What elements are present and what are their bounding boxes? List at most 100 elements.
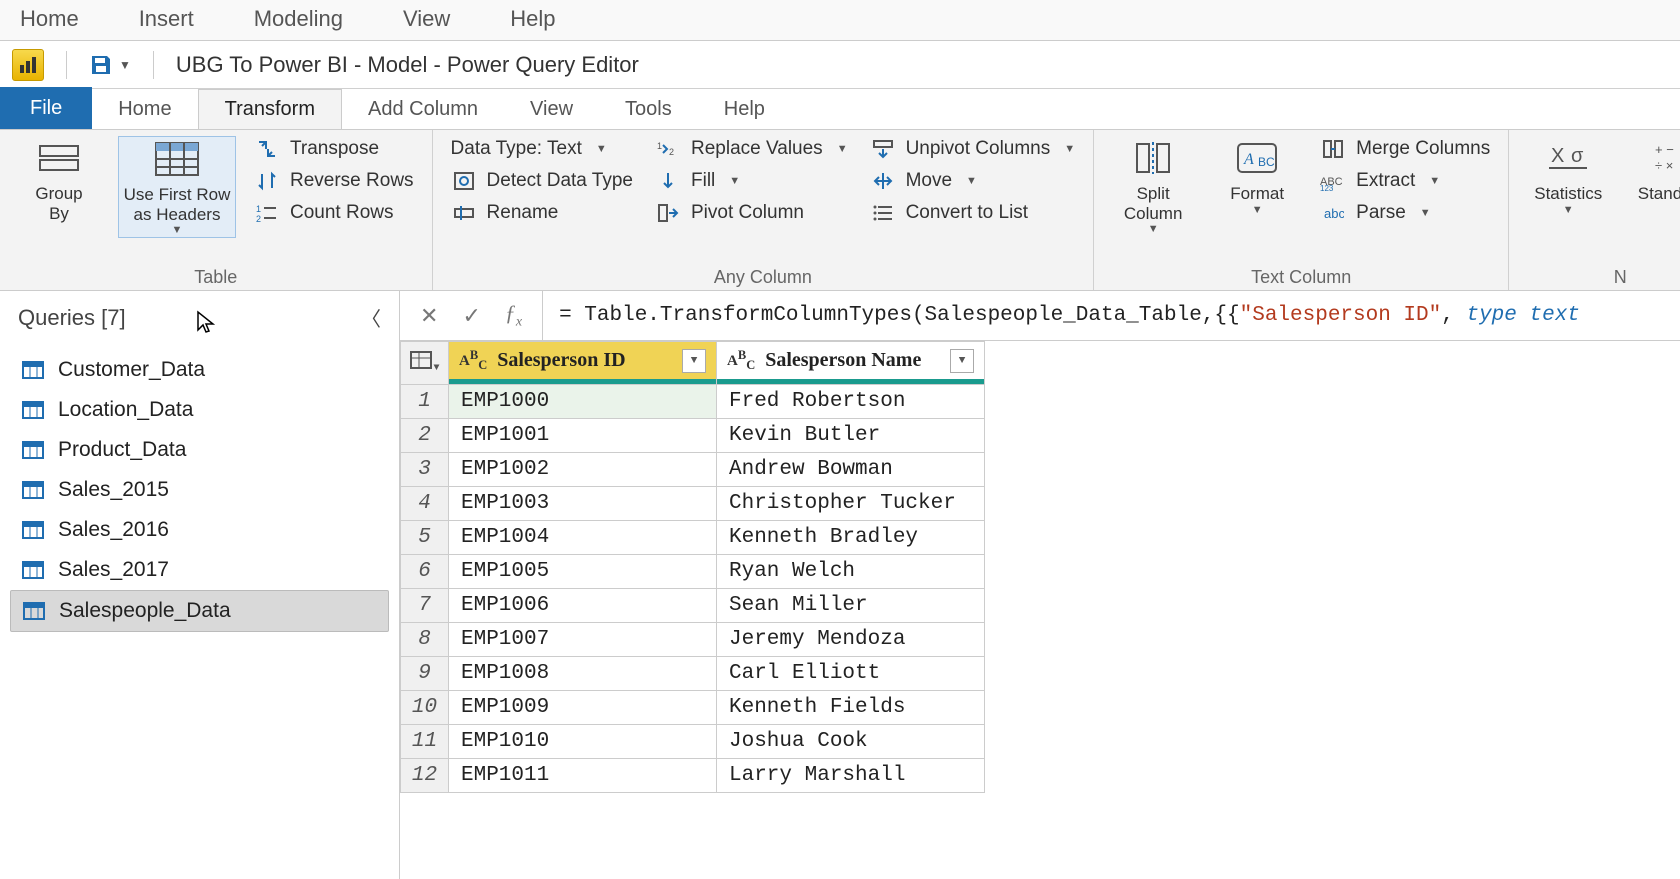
- table-row[interactable]: 11EMP1010Joshua Cook: [401, 725, 985, 759]
- extract-button[interactable]: ABC123 Extract▼: [1316, 168, 1494, 194]
- move-button[interactable]: Move▼: [866, 168, 1080, 194]
- row-number[interactable]: 11: [401, 725, 449, 759]
- cell[interactable]: Christopher Tucker: [717, 487, 985, 521]
- detect-data-type-button[interactable]: Detect Data Type: [447, 168, 637, 194]
- formula-commit-icon[interactable]: ✓: [462, 303, 480, 329]
- pivot-column-button[interactable]: Pivot Column: [651, 200, 852, 226]
- query-item[interactable]: Sales_2016: [10, 510, 389, 550]
- tab-tools[interactable]: Tools: [599, 89, 698, 129]
- cell[interactable]: EMP1001: [449, 419, 717, 453]
- column-filter-button[interactable]: ▼: [682, 349, 706, 373]
- column-header-salesperson-name[interactable]: ABC Salesperson Name ▼: [717, 342, 985, 385]
- query-item[interactable]: Location_Data: [10, 390, 389, 430]
- cell[interactable]: EMP1003: [449, 487, 717, 521]
- cell[interactable]: Sean Miller: [717, 589, 985, 623]
- cell[interactable]: EMP1008: [449, 657, 717, 691]
- host-menu-insert[interactable]: Insert: [139, 6, 194, 32]
- merge-columns-button[interactable]: Merge Columns: [1316, 136, 1494, 162]
- table-row[interactable]: 1EMP1000Fred Robertson: [401, 385, 985, 419]
- formula-fx-icon[interactable]: ƒx: [505, 300, 522, 330]
- column-filter-button[interactable]: ▼: [950, 349, 974, 373]
- tab-view[interactable]: View: [504, 89, 599, 129]
- table-row[interactable]: 8EMP1007Jeremy Mendoza: [401, 623, 985, 657]
- tab-add-column[interactable]: Add Column: [342, 89, 504, 129]
- save-dropdown-icon[interactable]: ▼: [119, 58, 131, 72]
- table-corner-button[interactable]: ▼: [401, 342, 449, 385]
- cell[interactable]: Larry Marshall: [717, 759, 985, 793]
- row-number[interactable]: 12: [401, 759, 449, 793]
- count-rows-button[interactable]: 12 Count Rows: [250, 200, 418, 226]
- tab-transform[interactable]: Transform: [198, 89, 342, 129]
- rename-button[interactable]: Rename: [447, 200, 637, 226]
- table-row[interactable]: 9EMP1008Carl Elliott: [401, 657, 985, 691]
- table-row[interactable]: 3EMP1002Andrew Bowman: [401, 453, 985, 487]
- cell[interactable]: EMP1009: [449, 691, 717, 725]
- tab-home[interactable]: Home: [92, 89, 197, 129]
- cell[interactable]: Kenneth Bradley: [717, 521, 985, 555]
- table-row[interactable]: 12EMP1011Larry Marshall: [401, 759, 985, 793]
- split-column-button[interactable]: Split Column ▼: [1108, 136, 1198, 236]
- row-number[interactable]: 2: [401, 419, 449, 453]
- statistics-button[interactable]: Χσ Statistics ▼: [1523, 136, 1613, 216]
- reverse-rows-button[interactable]: Reverse Rows: [250, 168, 418, 194]
- cell[interactable]: Fred Robertson: [717, 385, 985, 419]
- formula-cancel-icon[interactable]: ✕: [420, 303, 438, 329]
- cell[interactable]: EMP1010: [449, 725, 717, 759]
- cell[interactable]: EMP1004: [449, 521, 717, 555]
- table-row[interactable]: 6EMP1005Ryan Welch: [401, 555, 985, 589]
- cell[interactable]: Carl Elliott: [717, 657, 985, 691]
- host-menu-view[interactable]: View: [403, 6, 450, 32]
- row-number[interactable]: 10: [401, 691, 449, 725]
- unpivot-columns-button[interactable]: Unpivot Columns▼: [866, 136, 1080, 162]
- table-row[interactable]: 10EMP1009Kenneth Fields: [401, 691, 985, 725]
- query-item[interactable]: Sales_2015: [10, 470, 389, 510]
- data-type-button[interactable]: Data Type: Text▼: [447, 136, 637, 162]
- cell[interactable]: EMP1000: [449, 385, 717, 419]
- query-item[interactable]: Sales_2017: [10, 550, 389, 590]
- data-grid-wrap[interactable]: ▼ ABC Salesperson ID ▼ A: [400, 341, 1680, 879]
- replace-values-button[interactable]: 12 Replace Values▼: [651, 136, 852, 162]
- row-number[interactable]: 1: [401, 385, 449, 419]
- table-row[interactable]: 7EMP1006Sean Miller: [401, 589, 985, 623]
- cell[interactable]: Jeremy Mendoza: [717, 623, 985, 657]
- row-number[interactable]: 8: [401, 623, 449, 657]
- cell[interactable]: Kenneth Fields: [717, 691, 985, 725]
- table-row[interactable]: 4EMP1003Christopher Tucker: [401, 487, 985, 521]
- cell[interactable]: EMP1005: [449, 555, 717, 589]
- row-number[interactable]: 3: [401, 453, 449, 487]
- query-item[interactable]: Customer_Data: [10, 350, 389, 390]
- tab-file[interactable]: File: [0, 87, 92, 129]
- column-header-salesperson-id[interactable]: ABC Salesperson ID ▼: [449, 342, 717, 385]
- cell[interactable]: EMP1006: [449, 589, 717, 623]
- save-icon[interactable]: [89, 53, 113, 77]
- convert-to-list-button[interactable]: Convert to List: [866, 200, 1080, 226]
- row-number[interactable]: 7: [401, 589, 449, 623]
- format-button[interactable]: ABC Format ▼: [1212, 136, 1302, 216]
- cell[interactable]: Ryan Welch: [717, 555, 985, 589]
- query-item[interactable]: Product_Data: [10, 430, 389, 470]
- row-number[interactable]: 4: [401, 487, 449, 521]
- fill-button[interactable]: Fill▼: [651, 168, 852, 194]
- row-number[interactable]: 6: [401, 555, 449, 589]
- cell[interactable]: EMP1002: [449, 453, 717, 487]
- parse-button[interactable]: abc Parse▼: [1316, 200, 1494, 226]
- group-by-button[interactable]: Group By: [14, 136, 104, 223]
- row-number[interactable]: 9: [401, 657, 449, 691]
- cell[interactable]: EMP1011: [449, 759, 717, 793]
- transpose-button[interactable]: Transpose: [250, 136, 418, 162]
- tab-help[interactable]: Help: [698, 89, 791, 129]
- use-first-row-as-headers-button[interactable]: Use First Row as Headers ▼: [118, 136, 236, 238]
- host-menu-help[interactable]: Help: [510, 6, 555, 32]
- cell[interactable]: Andrew Bowman: [717, 453, 985, 487]
- cell[interactable]: Kevin Butler: [717, 419, 985, 453]
- cell[interactable]: EMP1007: [449, 623, 717, 657]
- table-row[interactable]: 2EMP1001Kevin Butler: [401, 419, 985, 453]
- query-item[interactable]: Salespeople_Data: [10, 590, 389, 632]
- cell[interactable]: Joshua Cook: [717, 725, 985, 759]
- host-menu-modeling[interactable]: Modeling: [254, 6, 343, 32]
- formula-text[interactable]: = Table.TransformColumnTypes(Salespeople…: [543, 304, 1680, 327]
- host-menu-home[interactable]: Home: [20, 6, 79, 32]
- table-row[interactable]: 5EMP1004Kenneth Bradley: [401, 521, 985, 555]
- row-number[interactable]: 5: [401, 521, 449, 555]
- standard-button[interactable]: + −÷ × Standard: [1627, 136, 1680, 204]
